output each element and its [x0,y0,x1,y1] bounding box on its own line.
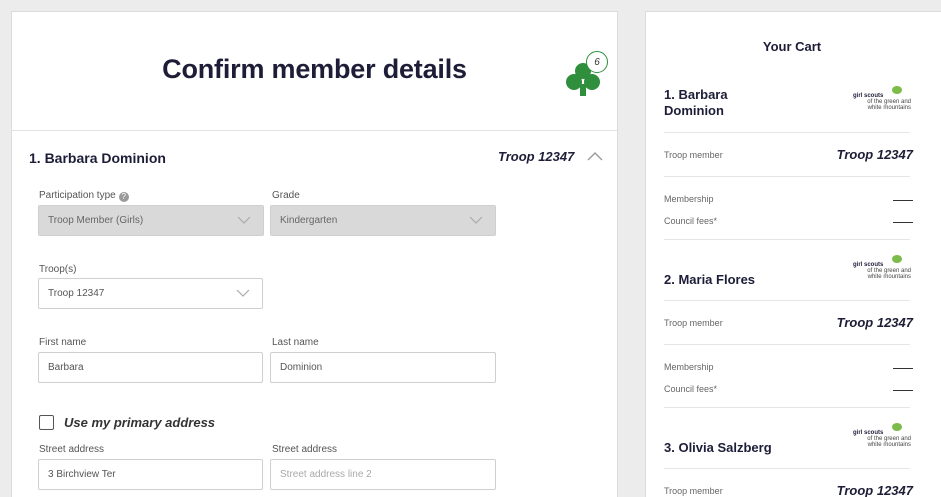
trefoil-icon [892,255,902,263]
divider [664,344,910,345]
divider [664,300,910,301]
page-header: Confirm member details 6 [12,12,617,131]
participation-type-select[interactable]: Troop Member (Girls) [38,205,264,236]
council-fees-label: Council fees* [664,384,718,394]
cart-member-name: 3. Olivia Salzberg [664,440,772,455]
membership-label: Membership [664,194,714,204]
member-troop: Troop 12347 [498,149,575,164]
divider [664,407,910,408]
troop-member-label: Troop member [664,150,723,160]
membership-label: Membership [664,362,714,372]
grade-select[interactable]: Kindergarten [270,205,496,236]
troops-select[interactable]: Troop 12347 [38,278,263,309]
chevron-down-icon [237,216,251,224]
use-primary-address-label: Use my primary address [64,415,216,430]
last-name-field[interactable]: Dominion [270,352,496,383]
chevron-up-icon[interactable] [586,149,604,163]
price-dash [893,222,913,223]
divider [664,132,910,133]
street-address-value: 3 Birchview Ter [48,469,116,480]
cart-member-name-line: 1. Barbara [664,87,728,102]
grade-value: Kindergarten [280,215,338,226]
first-name-field[interactable]: Barbara [38,352,263,383]
cart-panel: Your Cart 1. Barbara Dominion girl scout… [645,11,941,497]
street-address-2-label: Street address [272,444,338,455]
street-address-field[interactable]: 3 Birchview Ter [38,459,263,490]
use-primary-address-checkbox[interactable] [39,415,54,430]
divider [664,176,910,177]
member-details-panel: Confirm member details 6 1. Barbara Domi… [11,11,618,497]
divider [664,239,910,240]
troops-label: Troop(s) [39,264,77,275]
price-dash [893,390,913,391]
council-logo: girl scouts of the green and white mounta… [847,254,911,282]
cart-member-troop: Troop 12347 [836,483,913,497]
price-dash [893,368,913,369]
troop-member-label: Troop member [664,318,723,328]
grade-label: Grade [272,190,300,201]
cart-member-name-line: Dominion [664,103,724,118]
street-address-2-placeholder: Street address line 2 [280,469,372,480]
troop-member-label: Troop member [664,486,723,496]
trefoil-icon [892,86,902,94]
council-fees-label: Council fees* [664,216,718,226]
council-logo: girl scouts of the green and white mounta… [847,422,911,450]
member-heading: 1. Barbara Dominion [29,150,166,166]
participation-type-label: Participation type? [39,190,129,202]
cart-title: Your Cart [762,39,822,54]
member-section-header[interactable]: 1. Barbara Dominion Troop 12347 [12,146,617,176]
logo-subtext: of the green and white mountains [867,268,911,280]
cart-member-name: 1. Barbara Dominion [664,87,728,119]
first-name-value: Barbara [48,362,84,373]
logo-subtext: of the green and white mountains [867,436,911,448]
page-title: Confirm member details [162,54,467,84]
logo-subtext: of the green and white mountains [867,99,911,111]
troops-value: Troop 12347 [48,288,105,299]
council-logo: girl scouts of the green and white mounta… [847,85,911,113]
last-name-value: Dominion [280,362,323,373]
price-dash [893,200,913,201]
member-count-badge: 6 [586,51,608,73]
participation-type-value: Troop Member (Girls) [48,215,144,226]
cart-member-troop: Troop 12347 [836,147,913,162]
trefoil-icon [892,423,902,431]
street-address-2-field[interactable]: Street address line 2 [270,459,496,490]
chevron-down-icon [236,289,250,297]
cart-member-name: 2. Maria Flores [664,272,756,287]
help-icon[interactable]: ? [118,192,129,202]
divider [664,468,910,469]
chevron-down-icon [469,216,483,224]
cart-member-troop: Troop 12347 [836,315,913,330]
street-address-label: Street address [39,444,105,455]
last-name-label: Last name [272,337,319,348]
use-primary-address-row[interactable]: Use my primary address [39,415,215,430]
first-name-label: First name [39,337,87,348]
